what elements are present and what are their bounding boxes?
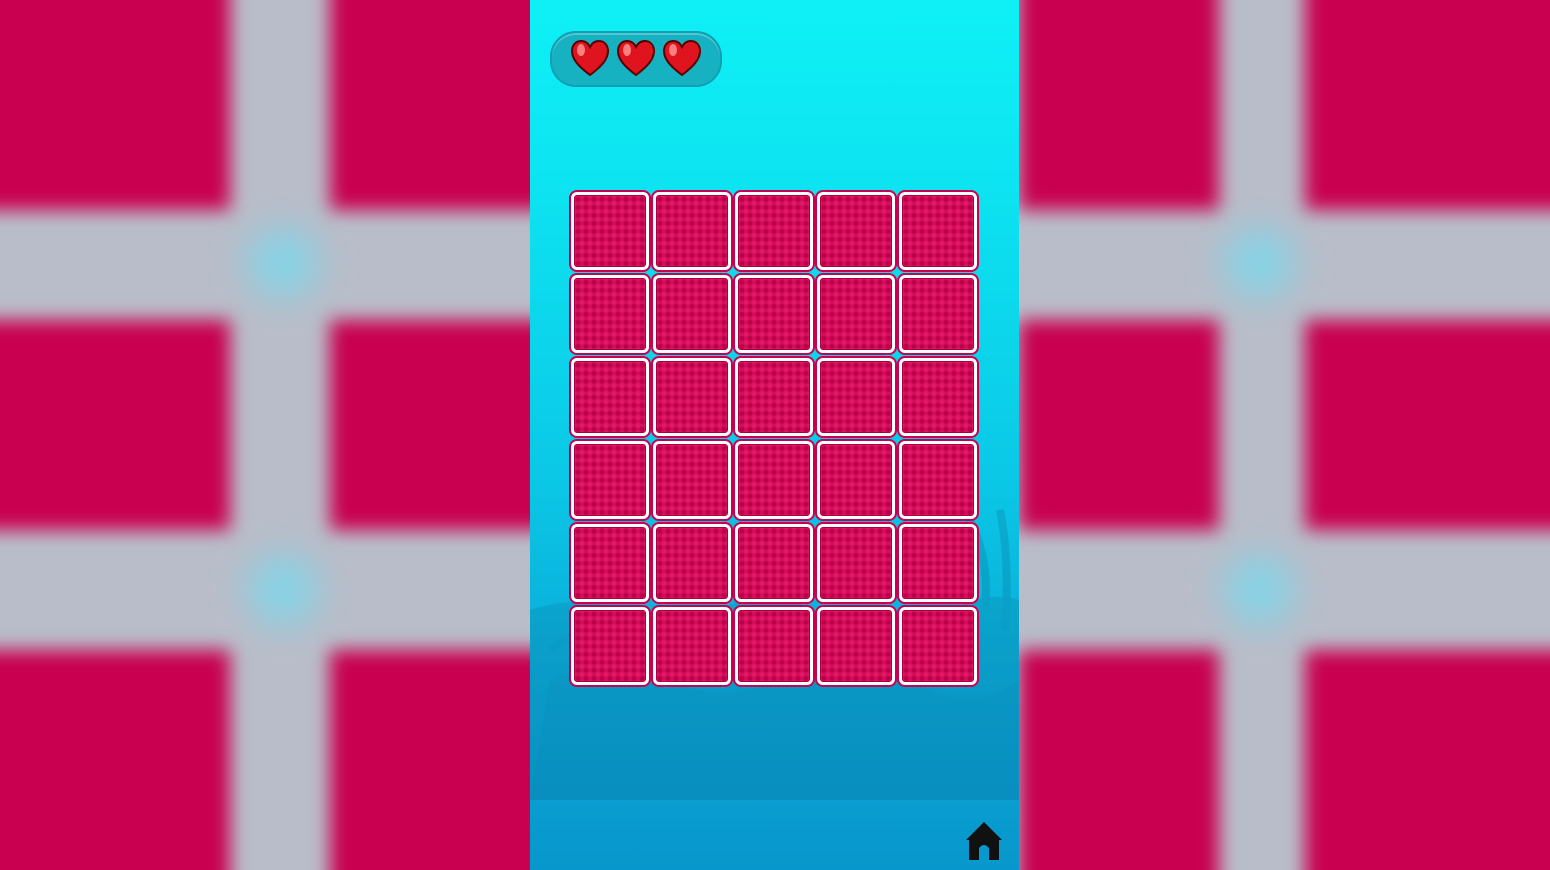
memory-card[interactable] — [653, 524, 731, 602]
heart-icon — [662, 39, 702, 77]
memory-card[interactable] — [571, 524, 649, 602]
home-button[interactable] — [964, 820, 1004, 862]
memory-card[interactable] — [817, 358, 895, 436]
card-grid — [571, 192, 977, 685]
memory-card[interactable] — [817, 441, 895, 519]
memory-card[interactable] — [571, 441, 649, 519]
memory-card[interactable] — [899, 192, 977, 270]
memory-card[interactable] — [817, 607, 895, 685]
heart-icon — [616, 39, 656, 77]
memory-card[interactable] — [571, 358, 649, 436]
lives-panel — [550, 31, 722, 87]
memory-card[interactable] — [899, 275, 977, 353]
memory-card[interactable] — [653, 275, 731, 353]
memory-card[interactable] — [653, 192, 731, 270]
memory-card[interactable] — [571, 607, 649, 685]
memory-card[interactable] — [735, 192, 813, 270]
memory-card[interactable] — [735, 275, 813, 353]
memory-card[interactable] — [899, 607, 977, 685]
memory-card[interactable] — [571, 192, 649, 270]
memory-card[interactable] — [653, 607, 731, 685]
memory-card[interactable] — [817, 192, 895, 270]
memory-card[interactable] — [899, 524, 977, 602]
home-icon — [966, 822, 1002, 860]
memory-card[interactable] — [817, 275, 895, 353]
heart-icon — [570, 39, 610, 77]
memory-card[interactable] — [653, 358, 731, 436]
memory-card[interactable] — [653, 441, 731, 519]
memory-card[interactable] — [817, 524, 895, 602]
memory-card[interactable] — [899, 441, 977, 519]
memory-card[interactable] — [735, 607, 813, 685]
memory-card[interactable] — [735, 358, 813, 436]
game-stage — [530, 0, 1019, 870]
memory-card[interactable] — [899, 358, 977, 436]
memory-card[interactable] — [735, 524, 813, 602]
memory-card[interactable] — [571, 275, 649, 353]
memory-card[interactable] — [735, 441, 813, 519]
